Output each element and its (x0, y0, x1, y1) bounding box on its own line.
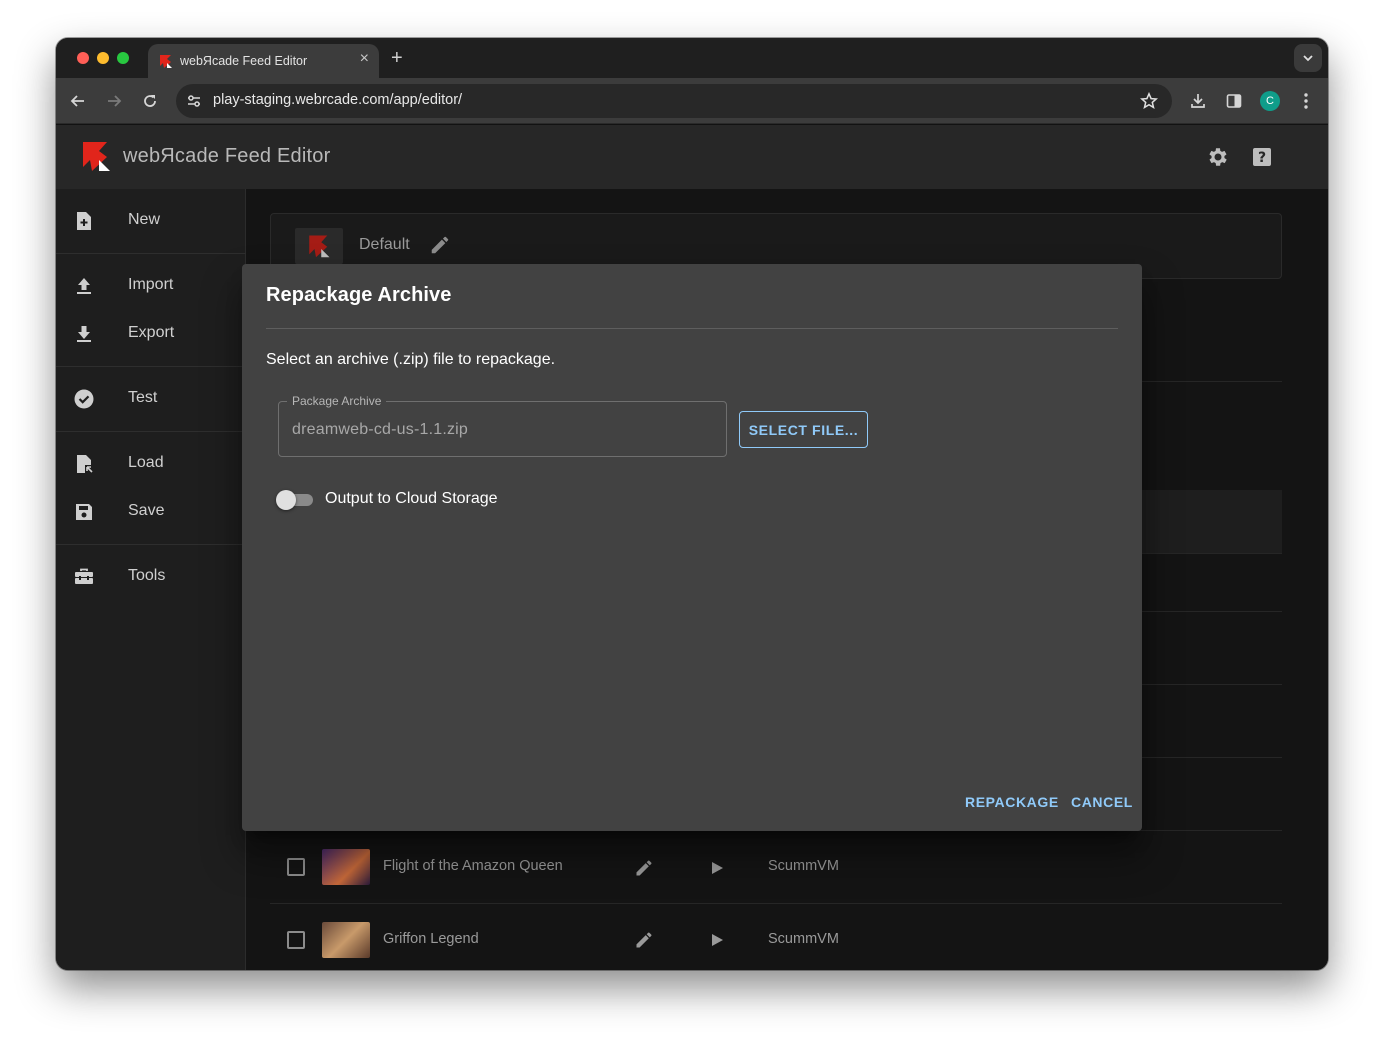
game-title: Flight of the Amazon Queen (383, 858, 563, 874)
address-bar[interactable]: play-staging.webrcade.com/app/editor/ (176, 84, 1172, 118)
sidebar-divider (56, 431, 246, 432)
game-type: ScummVM (768, 931, 839, 947)
site-settings-icon[interactable] (186, 93, 202, 109)
sidebar-item-label: New (128, 211, 161, 228)
row-checkbox[interactable] (287, 931, 305, 949)
browser-window: webЯcade Feed Editor × + play-staging.we… (56, 38, 1328, 970)
package-archive-field[interactable]: Package Archive dreamweb-cd-us-1.1.zip (278, 394, 727, 457)
tab-search-button[interactable] (1294, 44, 1322, 72)
browser-menu-button[interactable] (1296, 91, 1316, 111)
maximize-window-button[interactable] (117, 52, 129, 64)
edit-pencil-icon[interactable] (634, 858, 654, 878)
arrow-right-icon (108, 95, 122, 107)
table-row[interactable]: Flight of the Amazon Queen ScummVM (270, 831, 1282, 904)
game-title: Griffon Legend (383, 931, 479, 947)
game-type: ScummVM (768, 858, 839, 874)
tab-title: webЯcade Feed Editor (180, 54, 308, 68)
sidebar-item-tools[interactable]: Tools (56, 557, 246, 597)
tab-close-icon[interactable]: × (360, 50, 369, 68)
game-thumbnail (322, 922, 370, 958)
side-panel-icon (1226, 94, 1242, 108)
check-circle-icon (74, 389, 94, 409)
bookmark-star-icon[interactable] (1140, 92, 1158, 110)
downloads-button[interactable] (1188, 91, 1208, 111)
edit-pencil-icon[interactable] (429, 234, 451, 256)
reload-icon (144, 95, 156, 107)
sidebar-item-label: Tools (128, 567, 166, 584)
profile-avatar[interactable]: C (1260, 91, 1280, 111)
upload-icon (77, 278, 91, 294)
close-window-button[interactable] (77, 52, 89, 64)
reload-button[interactable] (140, 91, 160, 111)
row-checkbox[interactable] (287, 858, 305, 876)
new-tab-button[interactable]: + (391, 46, 403, 70)
sidebar-divider (56, 544, 246, 545)
more-vert-icon (1304, 93, 1308, 109)
sidebar-item-label: Test (128, 389, 158, 406)
side-panel-button[interactable] (1224, 91, 1244, 111)
sidebar-item-export[interactable]: Export (56, 314, 246, 354)
sidebar-divider (56, 253, 246, 254)
chevron-down-icon (1303, 55, 1313, 62)
settings-gear-icon[interactable] (1206, 145, 1230, 169)
toggle-thumb (276, 490, 296, 510)
sidebar-item-label: Load (128, 454, 164, 471)
help-icon[interactable]: ? (1250, 145, 1274, 169)
dialog-description: Select an archive (.zip) file to repacka… (266, 351, 556, 368)
dialog-title: Repackage Archive (266, 284, 452, 306)
package-archive-label: Package Archive (287, 394, 387, 408)
table-row[interactable]: Griffon Legend ScummVM (270, 904, 1282, 970)
webrcade-logo-icon (309, 235, 330, 258)
feed-name: Default (359, 236, 410, 253)
app-bar: webЯcade Feed Editor ? (56, 125, 1328, 189)
browser-toolbar: play-staging.webrcade.com/app/editor/ C (56, 78, 1328, 124)
select-file-button[interactable]: SELECT FILE... (739, 411, 868, 448)
dialog-divider (266, 328, 1118, 329)
repackage-button[interactable]: REPACKAGE (965, 794, 1059, 810)
download-icon (77, 326, 91, 342)
load-file-icon (77, 455, 93, 473)
webrcade-logo-icon (83, 142, 110, 171)
browser-tab[interactable]: webЯcade Feed Editor × (148, 44, 379, 78)
sidebar-item-test[interactable]: Test (56, 379, 246, 419)
toolbox-icon (75, 568, 93, 584)
play-icon[interactable] (710, 933, 724, 947)
game-thumbnail (322, 849, 370, 885)
cancel-button[interactable]: CANCEL (1071, 794, 1133, 810)
sidebar-item-label: Export (128, 324, 175, 341)
sidebar-divider (56, 366, 246, 367)
url-text: play-staging.webrcade.com/app/editor/ (213, 92, 463, 108)
edit-pencil-icon[interactable] (634, 930, 654, 950)
svg-text:?: ? (1258, 150, 1266, 166)
forward-button[interactable] (104, 91, 124, 111)
sidebar-item-import[interactable]: Import (56, 266, 246, 306)
back-button[interactable] (68, 91, 88, 111)
download-icon (1191, 94, 1205, 108)
sidebar-item-label: Save (128, 502, 165, 519)
tab-strip: webЯcade Feed Editor × + (56, 38, 1328, 78)
save-icon (76, 504, 92, 520)
sidebar-item-label: Import (128, 276, 174, 293)
new-file-icon (77, 212, 91, 230)
app-title: webЯcade Feed Editor (123, 145, 331, 167)
repackage-archive-dialog: Repackage Archive Select an archive (.zi… (242, 264, 1142, 831)
sidebar-item-load[interactable]: Load (56, 444, 246, 484)
arrow-left-icon (70, 95, 84, 107)
feed-thumbnail (295, 228, 343, 264)
sidebar: New Import Export Test Load Save Tools (56, 189, 246, 970)
sidebar-item-save[interactable]: Save (56, 492, 246, 532)
play-icon[interactable] (710, 861, 724, 875)
sidebar-item-new[interactable]: New (56, 201, 246, 241)
cloud-storage-label: Output to Cloud Storage (325, 490, 498, 507)
cloud-storage-toggle[interactable] (276, 490, 314, 510)
minimize-window-button[interactable] (97, 52, 109, 64)
webrcade-logo-icon (160, 55, 172, 68)
package-archive-value: dreamweb-cd-us-1.1.zip (292, 421, 469, 438)
